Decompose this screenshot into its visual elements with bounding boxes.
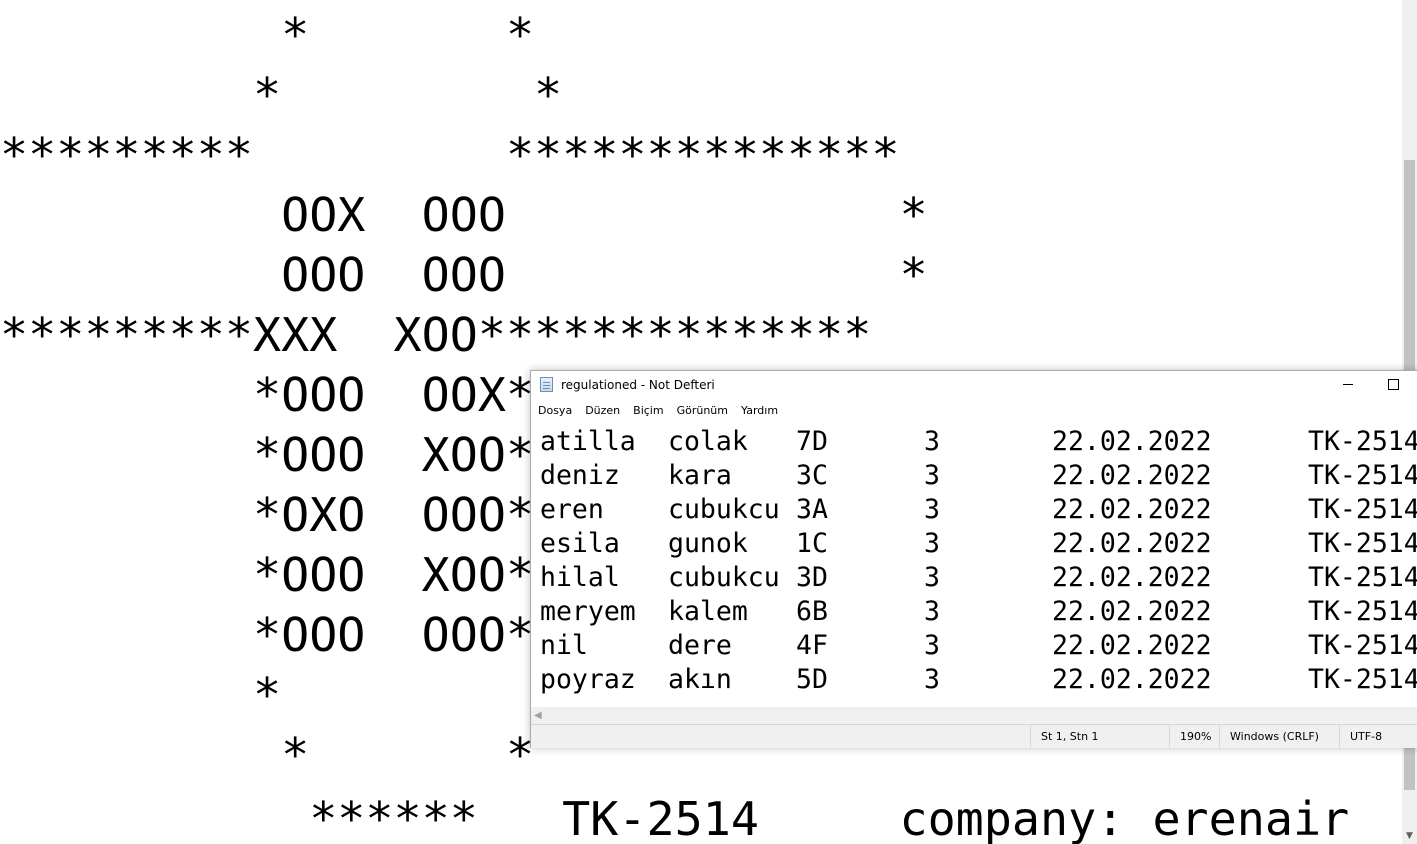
console-line: *********XXX XOO************** <box>0 309 872 363</box>
text-field: nil <box>540 630 588 661</box>
minimize-button[interactable] <box>1325 371 1371 399</box>
text-field: 3 <box>924 426 940 457</box>
text-field: 3 <box>924 494 940 525</box>
text-field: 3A <box>796 494 828 525</box>
notepad-app-icon <box>540 377 553 392</box>
text-field: 22.02.2022 <box>1052 664 1212 695</box>
menu-format[interactable]: Biçim <box>626 400 669 422</box>
text-field: TK-2514 <box>1308 664 1417 695</box>
text-field: 22.02.2022 <box>1052 596 1212 627</box>
line-ending: Windows (CRLF) <box>1219 725 1328 748</box>
text-field: esila <box>540 528 620 559</box>
text-field: 4F <box>796 630 828 661</box>
console-line: OOX OOO * <box>0 189 928 243</box>
text-field: 3D <box>796 562 828 593</box>
maximize-icon <box>1387 379 1399 390</box>
console-line: *OOO OOX* <box>0 369 535 423</box>
text-field: 1C <box>796 528 828 559</box>
text-field: 22.02.2022 <box>1052 426 1212 457</box>
text-field: 3 <box>924 460 940 491</box>
text-field: 6B <box>796 596 828 627</box>
menu-bar: Dosya Düzen Biçim Görünüm Yardım <box>531 399 1417 422</box>
window-title: regulationed - Not Defteri <box>561 378 715 392</box>
scroll-down-arrow-icon[interactable]: ▼ <box>1402 830 1417 842</box>
text-field: cubukcu <box>668 562 780 593</box>
text-field: deniz <box>540 460 620 491</box>
text-field: 3 <box>924 664 940 695</box>
text-field: colak <box>668 426 748 457</box>
scroll-left-arrow-icon[interactable]: ◀ <box>534 707 542 724</box>
console-line: *OOO XOO* <box>0 549 535 603</box>
text-field: TK-2514 <box>1308 426 1417 457</box>
text-field: 3 <box>924 630 940 661</box>
text-field: TK-2514 <box>1308 630 1417 661</box>
zoom-level: 190% <box>1169 725 1220 748</box>
console-line: OOO OOO * <box>0 249 928 303</box>
text-field: hilal <box>540 562 620 593</box>
cursor-position: St 1, Stn 1 <box>1030 725 1169 748</box>
horizontal-scrollbar[interactable]: ◀ <box>531 707 1417 724</box>
text-field: 3 <box>924 596 940 627</box>
console-line: * * <box>0 669 563 723</box>
text-field: 22.02.2022 <box>1052 562 1212 593</box>
text-field: TK-2514 <box>1308 562 1417 593</box>
text-field: TK-2514 <box>1308 460 1417 491</box>
text-field: 3 <box>924 528 940 559</box>
status-bar: St 1, Stn 1 190% Windows (CRLF) UTF-8 <box>531 724 1417 748</box>
console-flight-line: ****** TK-2514 company: erenair <box>0 793 1350 844</box>
text-field: gunok <box>668 528 748 559</box>
text-editor[interactable]: atilla colak 7D 3 22.02.2022 TK-2514 deniz kara… <box>531 421 1417 709</box>
menu-file[interactable]: Dosya <box>531 400 578 422</box>
text-field: 22.02.2022 <box>1052 460 1212 491</box>
text-field: 22.02.2022 <box>1052 630 1212 661</box>
text-field: poyraz <box>540 664 636 695</box>
text-field: TK-2514 <box>1308 494 1417 525</box>
text-field: 5D <box>796 664 828 695</box>
text-field: meryem <box>540 596 636 627</box>
text-field: kara <box>668 460 732 491</box>
maximize-button[interactable] <box>1370 371 1416 399</box>
menu-help[interactable]: Yardım <box>734 400 784 422</box>
console-line: *OXO OOO* <box>0 489 535 543</box>
text-field: eren <box>540 494 604 525</box>
console-line: * * <box>0 9 535 63</box>
text-field: 3 <box>924 562 940 593</box>
console-line: *OOO OOO* <box>0 609 535 663</box>
text-field: TK-2514 <box>1308 596 1417 627</box>
text-field: kalem <box>668 596 748 627</box>
text-field: akın <box>668 664 732 695</box>
console-line: *OOO XOO* <box>0 429 535 483</box>
text-field: dere <box>668 630 732 661</box>
text-field: 22.02.2022 <box>1052 494 1212 525</box>
notepad-window[interactable]: regulationed - Not Defteri Dosya Düzen Biç… <box>530 370 1417 748</box>
text-field: 7D <box>796 426 828 457</box>
console-line: * * <box>0 69 563 123</box>
text-field: TK-2514 <box>1308 528 1417 559</box>
minimize-icon <box>1343 384 1353 385</box>
text-field: cubukcu <box>668 494 780 525</box>
text-field: atilla <box>540 426 636 457</box>
menu-edit[interactable]: Düzen <box>578 400 626 422</box>
console-line: ********* ************** <box>0 129 900 183</box>
title-bar[interactable]: regulationed - Not Defteri <box>531 371 1417 399</box>
console-line: * * <box>0 729 535 783</box>
text-field: 3C <box>796 460 828 491</box>
text-field: 22.02.2022 <box>1052 528 1212 559</box>
encoding: UTF-8 <box>1339 725 1417 748</box>
menu-view[interactable]: Görünüm <box>670 400 734 422</box>
